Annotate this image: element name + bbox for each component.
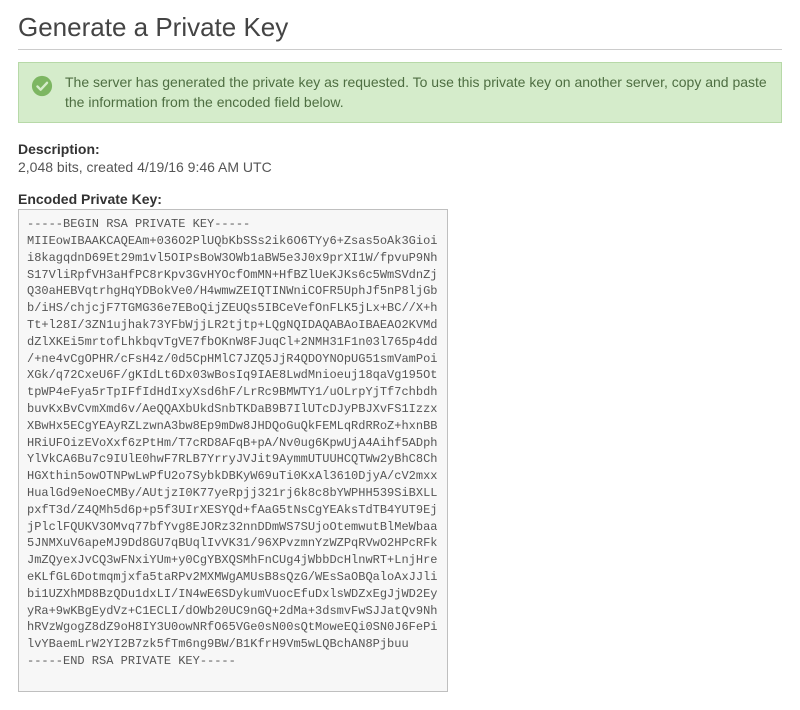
success-alert: The server has generated the private key… — [18, 62, 782, 123]
encoded-label: Encoded Private Key: — [18, 191, 782, 207]
encoded-key-text[interactable]: -----BEGIN RSA PRIVATE KEY----- MIIEowIB… — [27, 216, 439, 670]
description-value: 2,048 bits, created 4/19/16 9:46 AM UTC — [18, 159, 782, 175]
description-label: Description: — [18, 141, 782, 157]
page-title: Generate a Private Key — [18, 12, 782, 50]
encoded-key-box[interactable]: -----BEGIN RSA PRIVATE KEY----- MIIEowIB… — [18, 209, 448, 692]
alert-message: The server has generated the private key… — [65, 73, 769, 112]
check-circle-icon — [31, 75, 53, 97]
